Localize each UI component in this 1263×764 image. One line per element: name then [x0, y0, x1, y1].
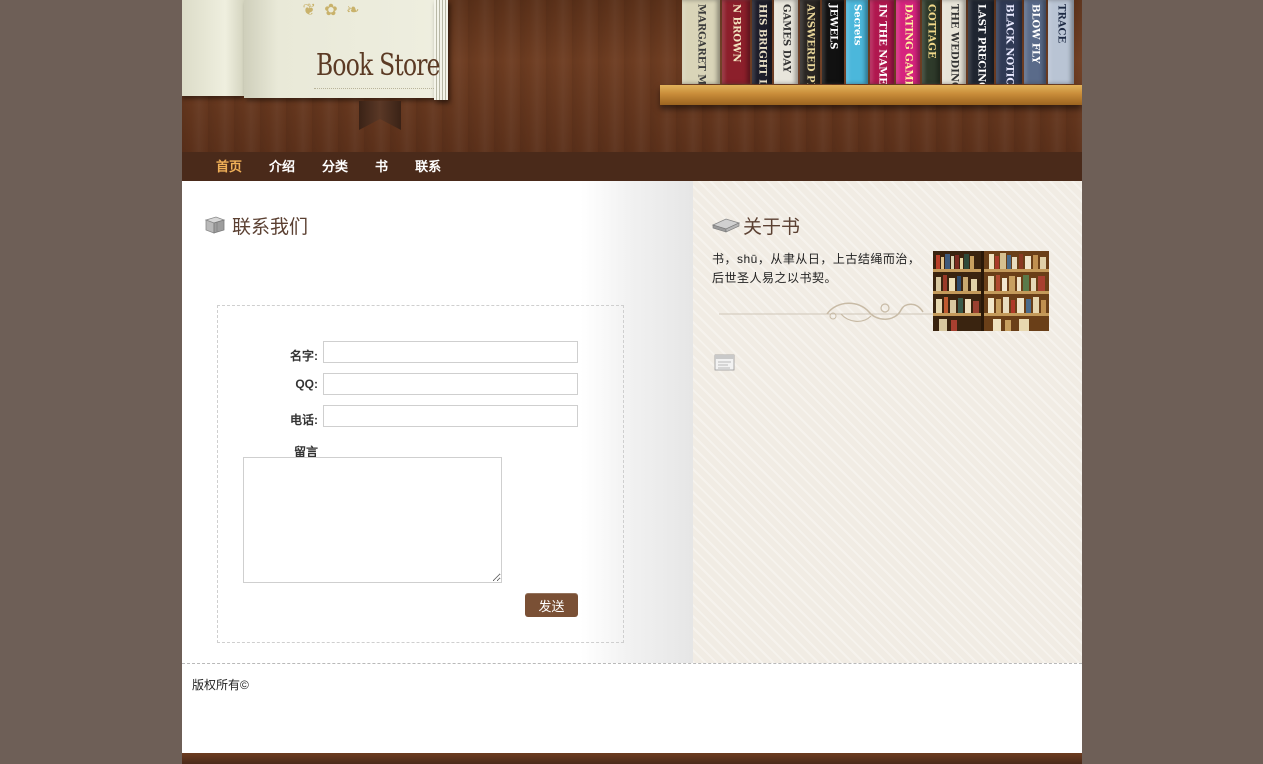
book-spine: BLACK NOTICE — [996, 0, 1022, 84]
nav-item-books[interactable]: 书 — [375, 152, 388, 181]
book-spine-title: HIS BRIGHT LIGHT — [756, 4, 768, 84]
nav-item-contact[interactable]: 联系 — [415, 152, 441, 181]
book-spine-title: JEWELS — [827, 4, 839, 50]
shelf-board — [660, 85, 1082, 105]
book-spine-title: LAST PRECINCT — [975, 4, 987, 84]
book-spine-title: MARGARET MITCHELL — [695, 4, 707, 84]
document-icon — [714, 354, 735, 371]
flourish-divider-icon — [719, 302, 933, 322]
book-spine: LAST PRECINCT — [968, 0, 994, 84]
book-spine: DATING GAME — [896, 0, 920, 84]
bookshelf-photo — [933, 251, 1049, 331]
book-spine: GAMES DAY — [774, 0, 798, 84]
book-spine: BLOW FLY — [1024, 0, 1046, 84]
book-spine-title: THE WEDDING — [948, 4, 960, 84]
book-spine-title: IN THE NAME — [876, 4, 888, 84]
logo-underline — [314, 88, 434, 89]
book-spine: HIS BRIGHT LIGHT — [752, 0, 772, 84]
logo[interactable]: ❦ ✿ ❧ Book Store — [182, 0, 464, 103]
book-icon — [712, 218, 740, 233]
book-spine-title: Secrets — [851, 4, 863, 46]
book-spine-title: BLOW FLY — [1029, 4, 1041, 64]
send-button[interactable]: 发送 — [525, 593, 578, 617]
book-spine: N BROWN — [722, 0, 750, 84]
book-spine: IN THE NAME — [870, 0, 894, 84]
phone-input[interactable] — [323, 405, 578, 427]
footer-bar — [182, 753, 1082, 764]
book-spine: ANSWERED PRAYERS — [800, 0, 820, 84]
ornament-icon: ❦ ✿ ❧ — [302, 2, 362, 19]
phone-label: 电话: — [290, 413, 318, 427]
name-input[interactable] — [323, 341, 578, 363]
page: ❦ ✿ ❧ Book Store MARGARET MITCHELL N BROW… — [182, 0, 1082, 764]
logo-book-left-page — [182, 0, 244, 96]
bookmark-ribbon-icon — [359, 101, 401, 130]
sidebar: 关于书 书，shū，从聿从日，上古结绳而治，后世圣人易之以书契。 — [693, 181, 1082, 663]
main-nav: 首页 介绍 分类 书 联系 — [182, 152, 1082, 181]
main-content: 联系我们 名字: QQ: 电话: 留言 发送 — [182, 181, 693, 663]
name-label: 名字: — [290, 349, 318, 363]
book-spine: TRACE — [1048, 0, 1074, 84]
book-spine: MARGARET MITCHELL — [682, 0, 720, 84]
bookshelf-banner: MARGARET MITCHELL N BROWN HIS BRIGHT LIGHT… — [660, 0, 1082, 106]
message-textarea[interactable] — [243, 457, 502, 583]
contact-title: 联系我们 — [232, 217, 309, 238]
book-spine-title: ANSWERED PRAYERS — [804, 4, 816, 84]
logo-text: Book Store — [316, 48, 441, 83]
box-icon — [204, 216, 226, 234]
book-spine: Secrets — [846, 0, 868, 84]
header: ❦ ✿ ❧ Book Store MARGARET MITCHELL N BROW… — [182, 0, 1082, 152]
book-spine-title: GAMES DAY — [780, 4, 792, 73]
book-spine-title: BLACK NOTICE — [1003, 4, 1015, 84]
book-spine: COTTAGE — [922, 0, 940, 84]
nav-item-category[interactable]: 分类 — [322, 152, 348, 181]
footer-copyright: 版权所有© — [192, 678, 249, 692]
about-title: 关于书 — [743, 217, 801, 238]
about-text: 书，shū，从聿从日，上古结绳而治，后世圣人易之以书契。 — [712, 252, 921, 285]
book-spines: MARGARET MITCHELL N BROWN HIS BRIGHT LIGHT… — [682, 0, 1076, 84]
nav-item-intro[interactable]: 介绍 — [269, 152, 295, 181]
book-spine-title: DATING GAME — [902, 4, 914, 84]
nav-item-home[interactable]: 首页 — [216, 152, 242, 181]
qq-input[interactable] — [323, 373, 578, 395]
book-spine-title: COTTAGE — [925, 4, 937, 59]
qq-label: QQ: — [295, 377, 318, 391]
book-spine-title: TRACE — [1055, 4, 1067, 44]
book-spine: JEWELS — [822, 0, 844, 84]
contact-form: 名字: QQ: 电话: 留言 发送 — [217, 305, 624, 643]
book-spine: THE WEDDING — [942, 0, 966, 84]
book-spine-title: N BROWN — [730, 4, 742, 63]
footer-divider — [182, 663, 1082, 664]
